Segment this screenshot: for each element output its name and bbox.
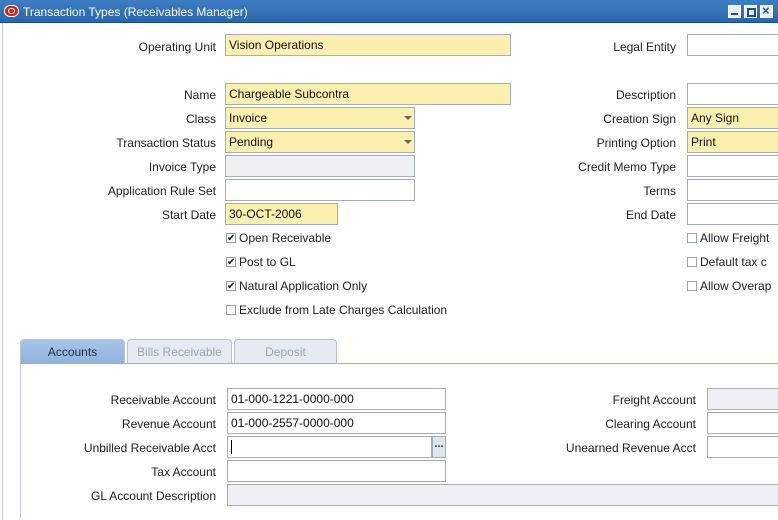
clearing-account-label: Clearing Account (605, 417, 696, 431)
legal-entity-label: Legal Entity (613, 40, 676, 54)
terms-label: Terms (643, 184, 676, 198)
list-of-values-button[interactable]: ... (432, 436, 446, 458)
transaction-types-form: Operating Unit Vision Operations Legal E… (2, 23, 778, 520)
checkbox-unchecked-icon[interactable] (687, 257, 697, 267)
name-field[interactable]: Chargeable Subcontra (225, 83, 511, 105)
printing-option-field[interactable]: Print (687, 131, 778, 153)
checkbox-checked-icon[interactable] (226, 231, 236, 247)
post-to-gl-checkbox[interactable]: Post to GL (226, 254, 296, 271)
invoice-type-label: Invoice Type (148, 160, 216, 174)
operating-unit-label: Operating Unit (138, 40, 216, 54)
terms-field[interactable] (687, 179, 778, 201)
open-receivable-label: Open Receivable (239, 231, 332, 245)
description-label: Description (615, 88, 676, 102)
checkbox-unchecked-icon[interactable] (687, 281, 697, 291)
natural-application-only-checkbox[interactable]: Natural Application Only (226, 278, 368, 295)
legal-entity-field[interactable] (687, 34, 778, 56)
revenue-account-label: Revenue Account (121, 417, 216, 431)
creation-sign-field[interactable]: Any Sign (687, 107, 778, 129)
class-select[interactable]: Invoice (225, 107, 415, 129)
gl-account-description-label: GL Account Description (91, 489, 216, 503)
transaction-status-value: Pending (229, 135, 274, 149)
receivable-account-label: Receivable Account (110, 393, 216, 407)
unbilled-receivable-acct-field[interactable] (227, 436, 432, 458)
oracle-logo-icon (4, 5, 19, 17)
close-icon[interactable] (760, 3, 773, 18)
end-date-label: End Date (625, 208, 676, 222)
end-date-field[interactable] (687, 203, 778, 225)
creation-sign-label: Creation Sign (603, 112, 676, 126)
tax-account-label: Tax Account (151, 465, 216, 479)
freight-account-field[interactable] (707, 388, 778, 410)
application-rule-set-field[interactable] (225, 179, 415, 201)
unearned-revenue-acct-field[interactable] (707, 436, 778, 458)
unearned-revenue-acct-label: Unearned Revenue Acct (565, 441, 696, 455)
tab-accounts[interactable]: Accounts (20, 339, 125, 363)
name-label: Name (183, 88, 216, 102)
start-date-field[interactable]: 30-OCT-2006 (225, 203, 338, 225)
invoice-type-field[interactable] (225, 155, 415, 177)
description-field[interactable] (687, 83, 778, 105)
window-title-bar[interactable]: Transaction Types (Receivables Manager) (0, 0, 778, 23)
checkbox-unchecked-icon[interactable] (687, 233, 697, 243)
operating-unit-field[interactable]: Vision Operations (225, 34, 511, 56)
tax-account-field[interactable] (227, 460, 446, 482)
text-cursor (231, 440, 232, 454)
window-title: Transaction Types (Receivables Manager) (23, 5, 248, 19)
revenue-account-field[interactable]: 01-000-2557-0000-000 (227, 412, 446, 434)
credit-memo-type-label: Credit Memo Type (578, 160, 676, 174)
start-date-label: Start Date (161, 208, 216, 222)
receivable-account-field[interactable]: 01-000-1221-0000-000 (227, 388, 446, 410)
checkbox-checked-icon[interactable] (226, 279, 236, 295)
checkbox-unchecked-icon[interactable] (226, 305, 236, 315)
credit-memo-type-field[interactable] (687, 155, 778, 177)
default-tax-label: Default tax c (700, 255, 767, 269)
class-label: Class (185, 112, 216, 126)
allow-freight-checkbox[interactable]: Allow Freight (687, 230, 769, 246)
chevron-down-icon[interactable] (404, 140, 412, 144)
minimize-icon[interactable] (728, 5, 741, 18)
allow-overapp-checkbox[interactable]: Allow Overap (687, 278, 771, 294)
printing-option-label: Printing Option (596, 136, 676, 150)
allow-freight-label: Allow Freight (700, 231, 770, 245)
exclude-late-charges-label: Exclude from Late Charges Calculation (239, 303, 448, 317)
exclude-late-charges-checkbox[interactable]: Exclude from Late Charges Calculation (226, 302, 447, 318)
open-receivable-checkbox[interactable]: Open Receivable (226, 230, 332, 247)
gl-account-description-field[interactable] (227, 484, 778, 506)
chevron-down-icon[interactable] (404, 116, 412, 120)
clearing-account-field[interactable] (707, 412, 778, 434)
allow-overapp-label: Allow Overap (700, 279, 772, 293)
tab-bills-receivable[interactable]: Bills Receivable (127, 339, 232, 363)
checkbox-checked-icon[interactable] (226, 255, 236, 271)
unbilled-receivable-acct-label: Unbilled Receivable Acct (83, 441, 216, 455)
default-tax-checkbox[interactable]: Default tax c (687, 254, 767, 270)
maximize-icon[interactable] (744, 5, 757, 18)
class-value: Invoice (229, 111, 268, 125)
freight-account-label: Freight Account (612, 393, 696, 407)
tab-deposit[interactable]: Deposit (234, 339, 337, 363)
transaction-status-select[interactable]: Pending (225, 131, 415, 153)
transaction-status-label: Transaction Status (116, 136, 216, 150)
post-to-gl-label: Post to GL (239, 255, 296, 269)
application-rule-set-label: Application Rule Set (107, 184, 216, 198)
natural-application-only-label: Natural Application Only (239, 279, 368, 293)
